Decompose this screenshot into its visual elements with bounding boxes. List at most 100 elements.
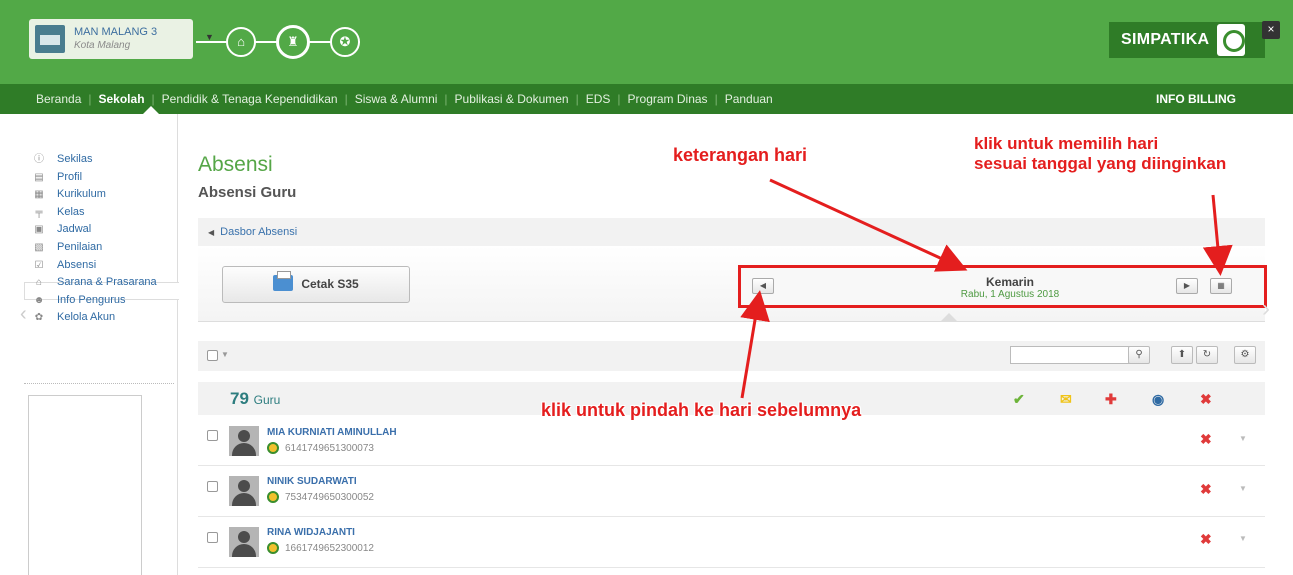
print-s35-button[interactable]: Cetak S35 — [222, 266, 410, 303]
info-icon: ⓘ — [34, 154, 44, 165]
nav-item-siswa[interactable]: Siswa & Alumni — [355, 92, 438, 106]
sick-cross-icon[interactable]: ✚ — [1105, 391, 1117, 408]
sidebar-panel — [28, 395, 142, 575]
teacher-name[interactable]: NINIK SUDARWATI — [267, 476, 357, 487]
sidebar-item-profil[interactable]: ▤ Profil — [33, 169, 157, 187]
sidebar-item-kurikulum[interactable]: ▦ Kurikulum — [33, 186, 157, 204]
nav-item-eds[interactable]: EDS — [586, 92, 611, 106]
sidebar-item-label: Info Pengurus — [57, 293, 126, 306]
nav-item-program-dinas[interactable]: Program Dinas — [628, 92, 708, 106]
search-input[interactable] — [1010, 346, 1130, 364]
teacher-name[interactable]: RINA WIDJAJANTI — [267, 527, 355, 538]
row-checkbox[interactable] — [207, 481, 218, 492]
account-icon: ✿ — [34, 312, 44, 324]
grade-icon: ▧ — [34, 241, 44, 253]
sidebar-item-penilaian[interactable]: ▧ Penilaian — [33, 239, 157, 257]
select-all-checkbox[interactable] — [207, 350, 218, 361]
teacher-nip: 1661749652300012 — [285, 543, 374, 554]
nav-item-sekolah[interactable]: Sekolah — [99, 92, 145, 106]
close-icon[interactable]: × — [1262, 21, 1280, 39]
refresh-icon[interactable]: ↻ — [1196, 346, 1218, 364]
sidebar-item-label: Penilaian — [57, 240, 103, 253]
school-name: MAN MALANG 3 — [74, 26, 158, 38]
next-day-button[interactable]: ▶ — [1176, 278, 1198, 294]
sidebar-item-label: Sarana & Prasarana — [57, 276, 157, 289]
duty-badge-icon[interactable]: ◉ — [1152, 391, 1164, 408]
emblem-icon[interactable]: ✪ — [330, 27, 360, 57]
chevron-right-icon[interactable]: › — [1262, 295, 1270, 323]
sidebar-divider — [24, 383, 174, 384]
annotation-pick-day-line2: sesuai tanggal yang diinginkan — [974, 154, 1227, 173]
breadcrumb: ◀ Dasbor Absensi — [198, 218, 1265, 246]
sidebar-item-kelas[interactable]: ╤ Kelas — [33, 204, 157, 222]
count-value: 79 — [230, 389, 249, 408]
organization-icon[interactable]: ⌂ — [226, 27, 256, 57]
permission-mail-icon[interactable]: ✉ — [1060, 391, 1072, 408]
chevron-down-icon[interactable]: ▼ — [1239, 534, 1247, 543]
chevron-down-icon[interactable]: ▼ — [1239, 434, 1247, 443]
search-icon[interactable]: ⚲ — [1128, 346, 1150, 364]
school-city: Kota Malang — [74, 40, 131, 51]
absent-x-icon[interactable]: ✖ — [1200, 531, 1212, 548]
row-checkbox[interactable] — [207, 532, 218, 543]
nav-active-pointer — [143, 106, 159, 114]
book-icon: ▦ — [34, 189, 44, 201]
gear-icon[interactable]: ⚙ — [1234, 346, 1256, 364]
chevron-left-icon[interactable]: ‹ — [20, 303, 27, 326]
chevron-down-icon[interactable]: ▼ — [221, 350, 229, 359]
nav-item-publikasi[interactable]: Publikasi & Dokumen — [455, 92, 569, 106]
avatar — [229, 426, 259, 456]
upload-icon[interactable]: ⬆ — [1171, 346, 1193, 364]
sidebar-item-label: Kelola Akun — [57, 311, 116, 324]
sidebar-item-sarana[interactable]: ⌂ Sarana & Prasarana — [33, 274, 157, 292]
teacher-count: 79 Guru — [230, 389, 280, 409]
school-selector[interactable]: MAN MALANG 3 Kota Malang ▼ — [29, 19, 214, 59]
school-icon[interactable]: ♜ — [276, 25, 310, 59]
sidebar-item-kelola-akun[interactable]: ✿ Kelola Akun — [33, 309, 157, 327]
nav-item-beranda[interactable]: Beranda — [36, 92, 81, 106]
school-thumbnail — [35, 25, 65, 53]
brand-emblem-icon — [1217, 24, 1245, 56]
teacher-nip: 6141749651300073 — [285, 443, 374, 454]
breadcrumb-link[interactable]: Dasbor Absensi — [220, 226, 297, 238]
sidebar-item-sekilas[interactable]: ⓘ Sekilas — [33, 151, 157, 169]
sidebar-item-jadwal[interactable]: ▣ Jadwal — [33, 221, 157, 239]
sidebar: ⓘ Sekilas ▤ Profil ▦ Kurikulum ╤ Kelas ▣ Jadw… — [0, 114, 179, 575]
absent-x-icon[interactable]: ✖ — [1200, 431, 1212, 448]
nav-item-pendidik[interactable]: Pendidik & Tenaga Kependidikan — [162, 92, 338, 106]
avatar — [229, 476, 259, 506]
count-label: Guru — [253, 393, 281, 407]
table-row[interactable] — [198, 416, 1265, 466]
brand-logo: SIMPATIKA — [1109, 22, 1265, 58]
sidebar-item-label: Profil — [57, 170, 83, 183]
chevron-down-icon[interactable]: ▼ — [1239, 484, 1247, 493]
day-date: Rabu, 1 Agustus 2018 — [960, 289, 1060, 300]
building-icon: ⌂ — [35, 277, 43, 289]
sidebar-item-label: Kelas — [57, 205, 85, 218]
nav-item-panduan[interactable]: Panduan — [725, 92, 773, 106]
absent-x-icon[interactable]: ✖ — [1200, 481, 1212, 498]
sidebar-item-info-pengurus[interactable]: ☻ Info Pengurus — [33, 292, 157, 310]
teacher-nip: 7534749650300052 — [285, 492, 374, 503]
annotation-prev-day: klik untuk pindah ke hari sebelumnya — [541, 400, 862, 420]
day-label: Kemarin — [985, 275, 1035, 289]
ptk-badge-icon — [267, 491, 279, 503]
top-header: MAN MALANG 3 Kota Malang ▼ ⌂ ♜ ✪ SIMPATI… — [0, 0, 1293, 84]
sidebar-item-label: Jadwal — [57, 223, 92, 236]
sidebar-item-label: Absensi — [57, 258, 97, 271]
absent-x-icon[interactable]: ✖ — [1200, 391, 1212, 408]
page-title: Absensi — [198, 153, 273, 176]
profile-icon: ▤ — [34, 171, 44, 183]
brand-text: SIMPATIKA — [1121, 31, 1210, 48]
teacher-name[interactable]: MIA KURNIATI AMINULLAH — [267, 427, 397, 438]
sidebar-item-label: Kurikulum — [57, 188, 106, 201]
row-checkbox[interactable] — [207, 430, 218, 441]
sidebar-item-absensi[interactable]: ☑ Absensi — [33, 256, 157, 275]
calendar-picker-icon[interactable]: ▦ — [1210, 278, 1232, 294]
ptk-badge-icon — [267, 542, 279, 554]
present-check-icon[interactable]: ✔ — [1013, 391, 1025, 408]
info-billing-link[interactable]: INFO BILLING — [1156, 92, 1236, 106]
person-icon: ☻ — [33, 294, 45, 306]
prev-day-button[interactable]: ◀ — [752, 278, 774, 294]
avatar — [229, 527, 259, 557]
